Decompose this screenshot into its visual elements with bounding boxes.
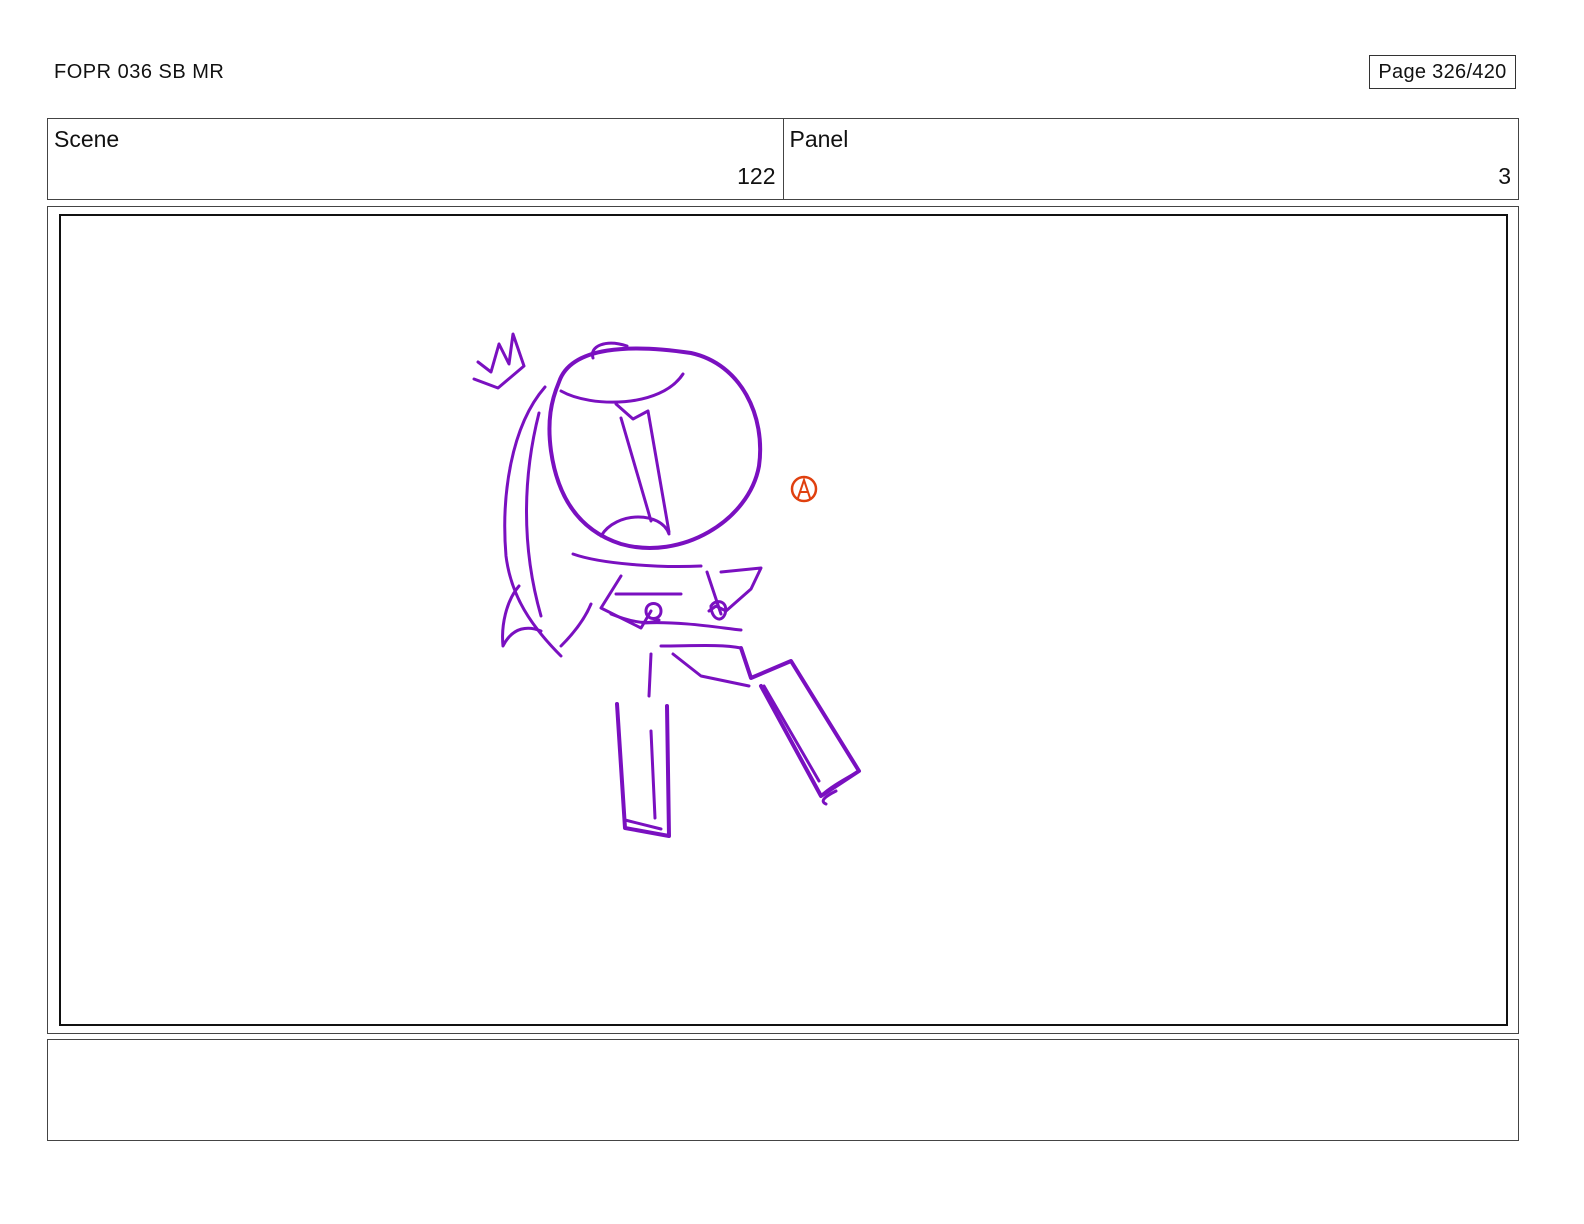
panel-frame [59, 214, 1508, 1026]
annotation-marker [790, 475, 818, 503]
panel-label: Panel [789, 126, 849, 152]
storyboard-panel [47, 206, 1519, 1034]
panel-number: 3 [1498, 163, 1511, 189]
scene-number: 122 [737, 163, 776, 189]
sketch-strokes [472, 332, 861, 838]
scene-cell: Scene 122 [48, 119, 783, 199]
document-title: FOPR 036 SB MR [54, 61, 225, 83]
scene-label: Scene [54, 126, 120, 152]
marker-letter-glyph [797, 476, 811, 499]
character-sketch [472, 332, 861, 838]
page-counter: Page 326/420 [1369, 55, 1516, 89]
panel-cell: Panel 3 [782, 119, 1519, 199]
scene-panel-info-bar: Scene 122 Panel 3 [47, 118, 1519, 200]
notes-box [47, 1039, 1519, 1141]
